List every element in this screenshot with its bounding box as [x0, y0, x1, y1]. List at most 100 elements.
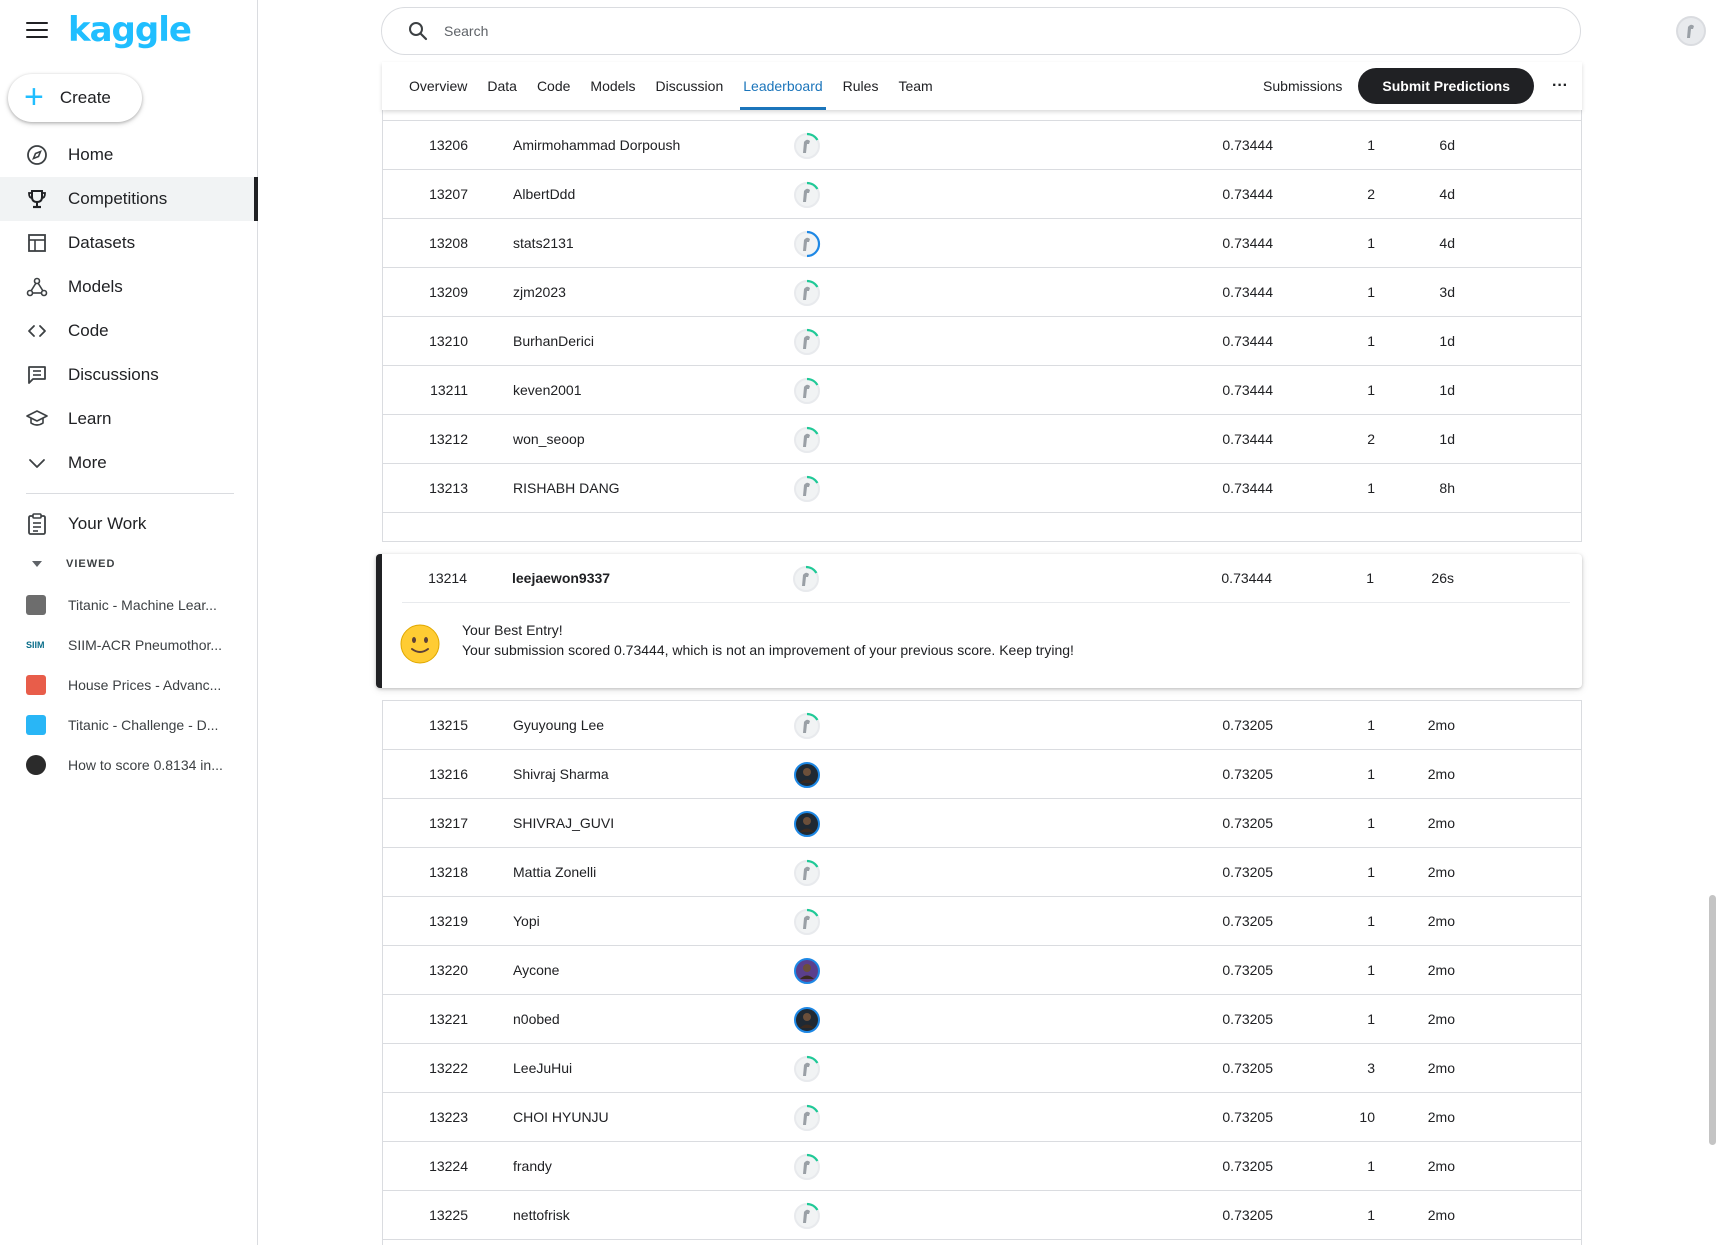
team-name-cell[interactable]: Amirmohammad Dorpoush	[513, 121, 680, 170]
team-avatar[interactable]	[793, 132, 821, 160]
table-row[interactable]: 13221 n0obed 0.73205 1 2mo	[383, 995, 1581, 1044]
table-row[interactable]: 13223 CHOI HYUNJU 0.73205 10 2mo	[383, 1093, 1581, 1142]
table-row[interactable]: 13209 zjm2023 0.73444 1 3d	[383, 268, 1581, 317]
sidebar-divider	[26, 493, 234, 494]
table-row-own[interactable]: 13214 leejaewon9337 0.73444 1 26s	[402, 554, 1570, 603]
last-submission-cell: 2mo	[1427, 1060, 1455, 1076]
team-name-cell[interactable]: RISHABH DANG	[513, 464, 620, 513]
team-name-cell[interactable]: keven2001	[513, 366, 582, 415]
sidebar-item-code[interactable]: Code	[0, 309, 258, 353]
table-row[interactable]: 13218 Mattia Zonelli 0.73205 1 2mo	[383, 848, 1581, 897]
team-avatar[interactable]	[793, 181, 821, 209]
team-name-cell[interactable]: BurhanDerici	[513, 317, 594, 366]
sidebar-item-discussions[interactable]: Discussions	[0, 353, 258, 397]
page-scrollbar[interactable]	[1707, 0, 1717, 1245]
team-avatar[interactable]	[793, 1202, 821, 1230]
table-row[interactable]: 13215 Gyuyoung Lee 0.73205 1 2mo	[383, 701, 1581, 750]
table-row[interactable]: 13212 won_seoop 0.73444 2 1d	[383, 415, 1581, 464]
table-row[interactable]: 13217 SHIVRAJ_GUVI 0.73205 1 2mo	[383, 799, 1581, 848]
table-row[interactable]: 13213 RISHABH DANG 0.73444 1 8h	[383, 464, 1581, 513]
team-avatar[interactable]	[793, 810, 821, 838]
tab-rules[interactable]: Rules	[843, 62, 879, 110]
more-options-icon[interactable]: ···	[1548, 74, 1572, 98]
recent-item[interactable]: Titanic - Challenge - D...	[0, 705, 258, 745]
team-avatar[interactable]	[793, 1153, 821, 1181]
score-cell: 0.73205	[1222, 1011, 1273, 1027]
team-avatar[interactable]	[793, 328, 821, 356]
team-name-cell[interactable]: zjm2023	[513, 268, 566, 317]
best-entry-text: Your submission scored 0.73444, which is…	[462, 642, 1074, 658]
team-name-cell[interactable]: frandy	[513, 1142, 552, 1191]
submissions-link[interactable]: Submissions	[1263, 78, 1342, 94]
tab-data[interactable]: Data	[487, 62, 517, 110]
team-name-cell[interactable]: LeeJuHui	[513, 1044, 572, 1093]
team-name-cell[interactable]: Gyuyoung Lee	[513, 701, 604, 750]
team-avatar[interactable]	[793, 475, 821, 503]
team-avatar[interactable]	[793, 230, 821, 258]
team-avatar[interactable]	[793, 859, 821, 887]
tab-overview[interactable]: Overview	[409, 62, 467, 110]
rank-cell: 13220	[429, 962, 468, 978]
table-row[interactable]: 13220 Aycone 0.73205 1 2mo	[383, 946, 1581, 995]
sidebar-item-models[interactable]: Models	[0, 265, 258, 309]
sidebar-item-learn[interactable]: Learn	[0, 397, 258, 441]
table-row[interactable]: 13211 keven2001 0.73444 1 1d	[383, 366, 1581, 415]
create-button[interactable]: + Create	[8, 74, 142, 122]
team-avatar[interactable]	[793, 1055, 821, 1083]
team-name-cell[interactable]: leejaewon9337	[512, 554, 610, 603]
team-name-cell[interactable]: stats2131	[513, 219, 574, 268]
search-input[interactable]	[444, 23, 1344, 39]
team-name-cell[interactable]: Shivraj Sharma	[513, 750, 609, 799]
team-avatar[interactable]	[793, 712, 821, 740]
team-avatar[interactable]	[793, 279, 821, 307]
user-avatar[interactable]	[1676, 16, 1706, 46]
tab-code[interactable]: Code	[537, 62, 570, 110]
table-row[interactable]: 13219 Yopi 0.73205 1 2mo	[383, 897, 1581, 946]
table-row[interactable]: 13210 BurhanDerici 0.73444 1 1d	[383, 317, 1581, 366]
table-row[interactable]: 13225 nettofrisk 0.73205 1 2mo	[383, 1191, 1581, 1240]
table-row[interactable]: 13224 frandy 0.73205 1 2mo	[383, 1142, 1581, 1191]
team-name-cell[interactable]: Aycone	[513, 946, 559, 995]
tab-leaderboard[interactable]: Leaderboard	[740, 62, 827, 110]
team-name-cell[interactable]: won_seoop	[513, 415, 585, 464]
table-row[interactable]: 13207 AlbertDdd 0.73444 2 4d	[383, 170, 1581, 219]
sidebar-item-home[interactable]: Home	[0, 133, 258, 177]
team-name-cell[interactable]: SHIVRAJ_GUVI	[513, 799, 614, 848]
recent-item[interactable]: Titanic - Machine Lear...	[0, 585, 258, 625]
tab-team[interactable]: Team	[898, 62, 932, 110]
table-row[interactable]: 13206 Amirmohammad Dorpoush 0.73444 1 6d	[383, 121, 1581, 170]
team-avatar[interactable]	[793, 377, 821, 405]
tab-discussion[interactable]: Discussion	[656, 62, 724, 110]
entries-cell: 1	[1367, 913, 1375, 929]
table-row[interactable]: 13222 LeeJuHui 0.73205 3 2mo	[383, 1044, 1581, 1093]
team-name-cell[interactable]: n0obed	[513, 995, 560, 1044]
team-avatar[interactable]	[793, 426, 821, 454]
sidebar-item-your-work[interactable]: Your Work	[0, 502, 258, 546]
tab-models[interactable]: Models	[590, 62, 635, 110]
table-row[interactable]: 13208 stats2131 0.73444 1 4d	[383, 219, 1581, 268]
team-avatar[interactable]	[793, 908, 821, 936]
sidebar-item-more[interactable]: More	[0, 441, 258, 485]
kaggle-logo[interactable]: kaggle	[68, 10, 192, 50]
viewed-section-toggle[interactable]: VIEWED	[26, 558, 115, 570]
team-avatar[interactable]	[793, 957, 821, 985]
create-button-label: Create	[59, 88, 111, 107]
team-name-cell[interactable]: nettofrisk	[513, 1191, 570, 1240]
menu-icon[interactable]	[26, 22, 48, 40]
team-name-cell[interactable]: AlbertDdd	[513, 170, 575, 219]
team-avatar[interactable]	[793, 1104, 821, 1132]
recent-item[interactable]: SIIM SIIM-ACR Pneumothor...	[0, 625, 258, 665]
recent-item[interactable]: How to score 0.8134 in...	[0, 745, 258, 785]
recent-item[interactable]: House Prices - Advanc...	[0, 665, 258, 705]
sidebar-item-competitions[interactable]: Competitions	[0, 177, 258, 221]
sidebar-item-datasets[interactable]: Datasets	[0, 221, 258, 265]
table-row[interactable]: 13216 Shivraj Sharma 0.73205 1 2mo	[383, 750, 1581, 799]
scrollbar-thumb[interactable]	[1709, 895, 1716, 1145]
team-avatar[interactable]	[793, 1006, 821, 1034]
team-name-cell[interactable]: Mattia Zonelli	[513, 848, 596, 897]
team-name-cell[interactable]: CHOI HYUNJU	[513, 1093, 609, 1142]
team-avatar[interactable]	[792, 565, 820, 593]
team-avatar[interactable]	[793, 761, 821, 789]
team-name-cell[interactable]: Yopi	[513, 897, 540, 946]
submit-predictions-button[interactable]: Submit Predictions	[1358, 68, 1534, 104]
